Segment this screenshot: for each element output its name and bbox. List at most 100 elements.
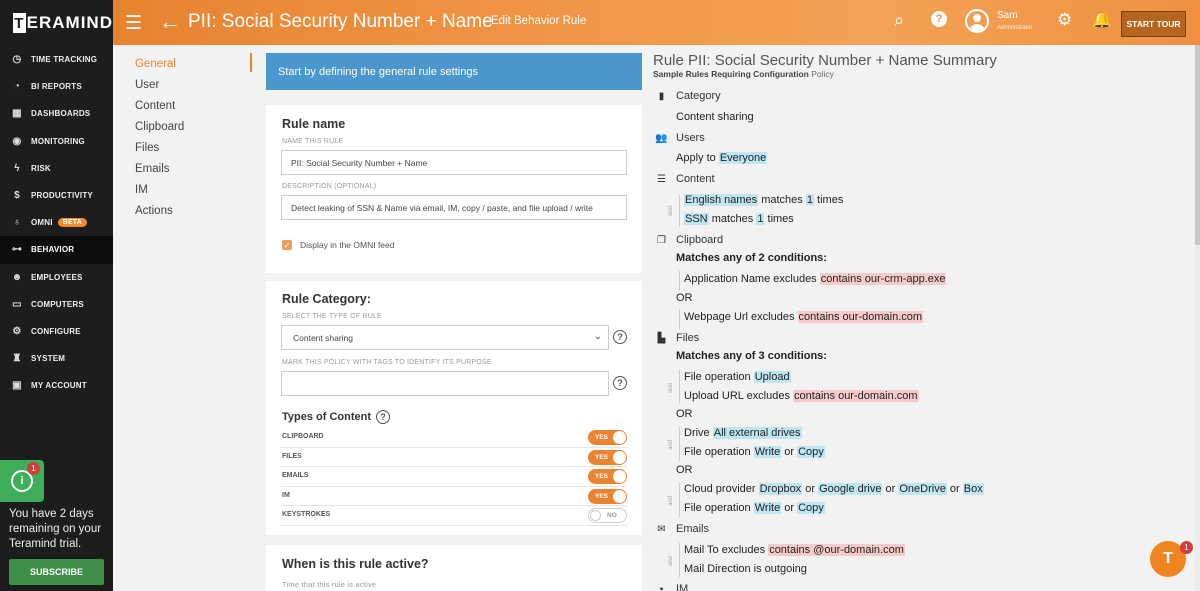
content-rule-1: English names matches 1 times <box>684 194 843 206</box>
subscribe-button[interactable]: SUBSCRIBE <box>9 559 104 585</box>
avatar[interactable] <box>965 9 989 33</box>
type-help-icon[interactable]: ? <box>613 330 627 344</box>
teramind-logo[interactable]: T ERAMIND <box>0 0 113 46</box>
help-icon[interactable]: ? <box>931 11 947 27</box>
active-heading: When is this rule active? <box>282 557 429 571</box>
description-input[interactable]: Detect leaking of SSN & Name via email, … <box>281 195 627 220</box>
sidebar-item-my-account[interactable]: ▣ MY ACCOUNT <box>0 372 113 399</box>
or-text-1: or <box>784 446 795 458</box>
rule-type-select[interactable]: Content sharing ⌄ <box>281 325 609 350</box>
chat-icon: ▪ <box>659 583 664 591</box>
sidebar-item-employees[interactable]: ☻ EMPLOYEES <box>0 264 113 291</box>
summary-emails: ✉ Emails <box>655 523 709 535</box>
copy-tag-1: Copy <box>797 446 825 458</box>
sidebar-item-system[interactable]: ♜ SYSTEM <box>0 345 113 372</box>
file-op-upload: File operation Upload <box>684 371 791 383</box>
sidebar: T ERAMIND ◷ TIME TRACKING ◔ BI REPORTS ▦ DASHB… <box>0 0 113 591</box>
types-help-icon[interactable]: ? <box>376 410 391 424</box>
omni-feed-checkbox[interactable]: ✓ <box>282 240 292 250</box>
tags-input[interactable] <box>281 371 609 396</box>
section-menu-actions[interactable]: Actions <box>135 200 253 221</box>
section-menu-user[interactable]: User <box>135 74 253 95</box>
sidebar-item-bi-reports[interactable]: ◔ BI REPORTS <box>0 73 113 100</box>
users-label: Users <box>676 132 705 144</box>
sidebar-item-omni[interactable]: ♁ OMNI BETA <box>0 209 113 236</box>
users-icon: 👥 <box>655 132 668 144</box>
sidebar-item-dashboards[interactable]: ▦ DASHBOARDS <box>0 100 113 127</box>
clipboard-rule-1: Application Name excludes contains our-c… <box>684 273 947 285</box>
or-text-c3: or <box>949 483 960 495</box>
content-rule-2: SSN matches 1 times <box>684 213 794 225</box>
sidebar-item-risk[interactable]: ϟ RISK <box>0 155 113 182</box>
emails-divider <box>679 543 680 577</box>
dashboard-icon: ▦ <box>12 108 22 120</box>
top-header: ☰ ← PII: Social Security Number + Name E… <box>113 0 1200 45</box>
section-menu-general[interactable]: General <box>135 53 253 74</box>
clipboard-toggle[interactable]: YES <box>588 430 627 445</box>
im-toggle[interactable]: YES <box>588 488 627 504</box>
start-tour-button[interactable]: START TOUR <box>1121 11 1186 37</box>
keystrokes-toggle[interactable]: NO <box>588 508 627 523</box>
files-or-1: OR <box>676 408 693 420</box>
cloud-google-drive: Google drive <box>818 483 883 495</box>
sidebar-item-label: MY ACCOUNT <box>31 381 87 391</box>
sidebar-item-configure[interactable]: ⚙ CONFIGURE <box>0 318 113 345</box>
file-icon: ▙ <box>657 332 666 344</box>
back-arrow-icon[interactable]: ← <box>159 9 181 35</box>
content-rule-1-count: 1 <box>805 194 814 206</box>
user-lock-icon: ♜ <box>12 353 22 365</box>
clipboard-rule-2-value: contains our-domain.com <box>797 311 924 323</box>
sidebar-item-computers[interactable]: ▭ COMPUTERS <box>0 291 113 318</box>
section-menu-files[interactable]: Files <box>135 137 253 158</box>
drive-line: Drive All external drives <box>684 427 802 439</box>
toggle-knob <box>613 489 626 503</box>
section-menu-emails[interactable]: Emails <box>135 158 253 179</box>
copy-tag-2: Copy <box>797 502 825 514</box>
content-type-row-keystrokes: KEYSTROKES NO <box>281 506 627 526</box>
and-label-files-1: and <box>668 382 674 393</box>
sidebar-item-label: SYSTEM <box>31 354 66 364</box>
description-label: DESCRIPTION (OPTIONAL) <box>282 183 377 190</box>
toggle-knob <box>590 510 601 521</box>
apply-to-text: Apply to <box>676 152 716 164</box>
emails-toggle[interactable]: YES <box>588 469 627 484</box>
search-icon[interactable]: ⌕ <box>894 10 904 31</box>
section-menu-im[interactable]: IM <box>135 179 253 200</box>
sidebar-item-monitoring[interactable]: ◉ MONITORING <box>0 128 113 155</box>
bell-icon[interactable]: 🔔 <box>1092 10 1112 30</box>
hamburger-icon[interactable]: ☰ <box>125 12 142 35</box>
rule-name-input[interactable]: PII: Social Security Number + Name <box>281 150 627 175</box>
sidebar-item-productivity[interactable]: $ PRODUCTIVITY <box>0 182 113 209</box>
sidebar-item-label: BI REPORTS <box>31 82 82 92</box>
bulb-icon: ♁ <box>13 217 21 229</box>
sidebar-item-label: CONFIGURE <box>31 326 81 336</box>
cloud-text: Cloud provider <box>684 483 756 495</box>
pie-chart-icon: ◔ <box>13 81 21 93</box>
dollar-icon: $ <box>14 190 20 202</box>
sidebar-item-label: BEHAVIOR <box>31 245 75 255</box>
files-any-text: Matches any of 3 conditions: <box>676 350 827 362</box>
files-any: Matches any of 3 conditions: <box>676 350 827 362</box>
active-sub: Time that this rule is active <box>282 580 377 589</box>
toggle-state: YES <box>595 434 609 441</box>
file-op-text-2: File operation <box>684 446 751 458</box>
file-op-text-3: File operation <box>684 502 751 514</box>
user-name[interactable]: Sam <box>997 10 1018 21</box>
section-menu-clipboard[interactable]: Clipboard <box>135 116 253 137</box>
tags-help-icon[interactable]: ? <box>613 376 627 390</box>
content-label: Content <box>676 173 715 185</box>
section-menu-content[interactable]: Content <box>135 95 253 116</box>
toggle-state: YES <box>595 492 609 500</box>
files-toggle[interactable]: YES <box>588 449 627 465</box>
category-label: Category <box>676 90 721 102</box>
types-heading-text: Types of Content <box>282 411 372 423</box>
clipboard-rule-1-text: Application Name excludes <box>684 273 817 285</box>
chat-badge: 1 <box>1180 541 1193 554</box>
summary-sub-rest: Policy <box>811 69 834 79</box>
rule-category-card: Rule Category: SELECT THE TYPE OF RULE C… <box>266 281 642 535</box>
scrollbar-thumb[interactable] <box>1195 45 1200 245</box>
sidebar-item-behavior[interactable]: ⊶ BEHAVIOR <box>0 236 113 264</box>
gear-icon[interactable]: ⚙ <box>1057 10 1072 30</box>
cloud-line: Cloud provider Dropbox or Google drive o… <box>684 483 984 495</box>
sidebar-item-time-tracking[interactable]: ◷ TIME TRACKING <box>0 46 113 73</box>
